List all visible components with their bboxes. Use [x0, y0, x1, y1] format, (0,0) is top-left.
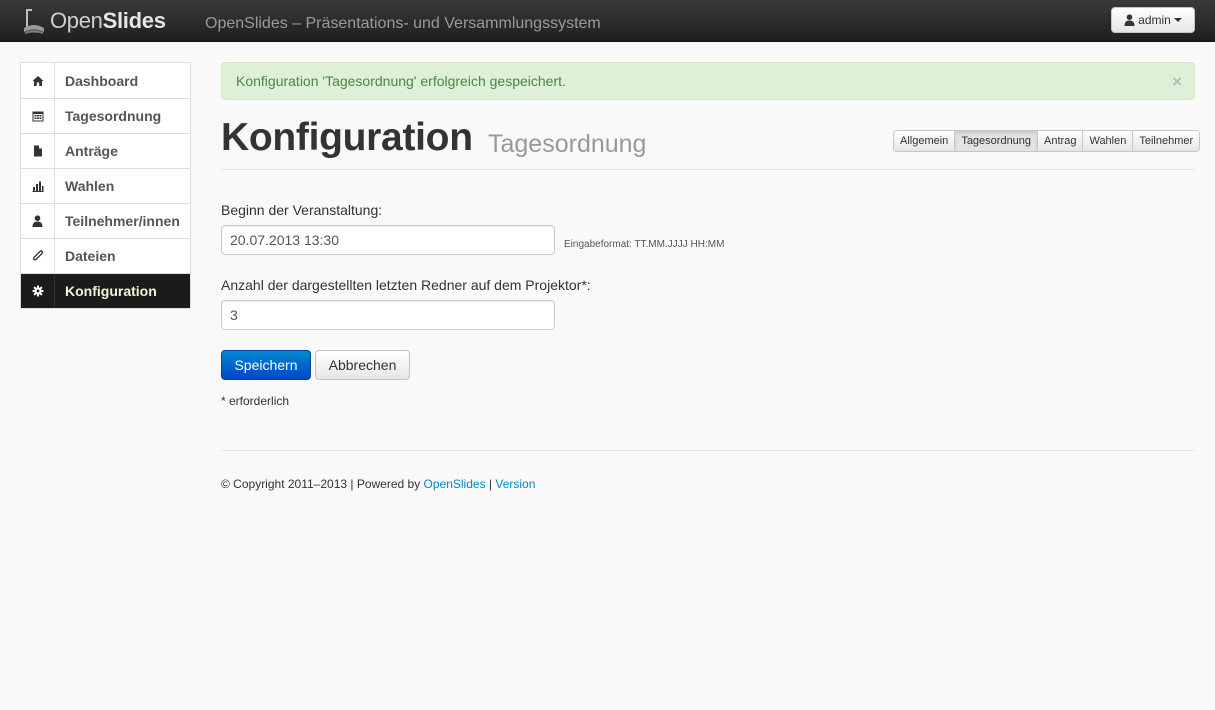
- tab-teilnehmer[interactable]: Teilnehmer: [1132, 131, 1200, 151]
- sidebar-item-label: Anträge: [65, 143, 118, 159]
- sidebar-item-teilnehmer[interactable]: Teilnehmer/innen: [21, 203, 190, 238]
- user-icon: [21, 204, 55, 238]
- start-date-label: Beginn der Veranstaltung:: [221, 202, 383, 218]
- sidebar-item-label: Dateien: [65, 248, 116, 264]
- footer-copyright: © Copyright 2011–2013 | Powered by: [221, 477, 424, 491]
- footer-divider: [221, 450, 1195, 451]
- brand-logo-link[interactable]: OpenSlides: [22, 6, 166, 36]
- sidebar-item-dateien[interactable]: Dateien: [21, 238, 190, 273]
- tab-antrag[interactable]: Antrag: [1037, 131, 1083, 151]
- required-note: * erforderlich: [221, 394, 290, 408]
- tab-wahlen[interactable]: Wahlen: [1082, 131, 1133, 151]
- header-divider: [221, 169, 1195, 170]
- speakers-count-input[interactable]: 3: [221, 300, 555, 330]
- footer-separator: |: [485, 477, 496, 491]
- user-menu-label: admin: [1138, 13, 1171, 27]
- brand-name: OpenSlides: [50, 8, 166, 33]
- paperclip-icon: [21, 239, 55, 273]
- sidebar-item-label: Teilnehmer/innen: [65, 213, 180, 229]
- calendar-icon: [21, 99, 55, 133]
- sidebar-item-wahlen[interactable]: Wahlen: [21, 168, 190, 203]
- success-alert: Konfiguration 'Tagesordnung' erfolgreich…: [221, 62, 1195, 100]
- start-date-help: Eingabeformat: TT.MM.JJJJ HH:MM: [564, 239, 725, 250]
- home-icon: [21, 63, 55, 98]
- caret-down-icon: [1173, 18, 1182, 22]
- app-title: OpenSlides – Präsentations- und Versamml…: [205, 15, 601, 32]
- sidebar-item-antraege[interactable]: Anträge: [21, 133, 190, 168]
- user-icon: [1124, 14, 1135, 26]
- sidebar-item-konfiguration[interactable]: Konfiguration: [21, 273, 190, 308]
- page-subtitle: Tagesordnung: [488, 130, 647, 158]
- sidebar-item-label: Tagesordnung: [65, 108, 162, 124]
- page-title: Konfiguration: [221, 116, 473, 159]
- sidebar-item-label: Wahlen: [65, 178, 115, 194]
- save-button[interactable]: Speichern: [221, 350, 311, 380]
- sidebar-item-label: Konfiguration: [65, 283, 157, 299]
- gear-icon: [21, 274, 55, 308]
- alert-message: Konfiguration 'Tagesordnung' erfolgreich…: [236, 73, 566, 89]
- close-icon[interactable]: ×: [1172, 72, 1182, 92]
- start-date-input[interactable]: 20.07.2013 13:30: [221, 225, 555, 255]
- version-link[interactable]: Version: [495, 477, 535, 491]
- speakers-count-label: Anzahl der dargestellten letzten Redner …: [221, 277, 591, 293]
- cancel-button[interactable]: Abbrechen: [315, 350, 410, 380]
- file-icon: [21, 134, 55, 168]
- tab-allgemein[interactable]: Allgemein: [894, 131, 955, 151]
- footer: © Copyright 2011–2013 | Powered by OpenS…: [221, 477, 535, 491]
- config-tab-group: Allgemein Tagesordnung Antrag Wahlen Tei…: [893, 130, 1201, 152]
- sidebar-item-dashboard[interactable]: Dashboard: [21, 63, 190, 98]
- user-menu-button[interactable]: admin: [1111, 7, 1195, 33]
- sidebar-item-tagesordnung[interactable]: Tagesordnung: [21, 98, 190, 133]
- top-navbar: OpenSlides OpenSlides – Präsentations- u…: [0, 0, 1215, 42]
- tab-tagesordnung[interactable]: Tagesordnung: [954, 131, 1038, 151]
- openslides-link[interactable]: OpenSlides: [424, 477, 486, 491]
- sidebar-nav: Dashboard Tagesordnung Anträge Wahlen Te…: [20, 62, 191, 309]
- openslides-logo-icon: [24, 9, 44, 34]
- sidebar-item-label: Dashboard: [65, 72, 139, 89]
- bar-chart-icon: [21, 169, 55, 203]
